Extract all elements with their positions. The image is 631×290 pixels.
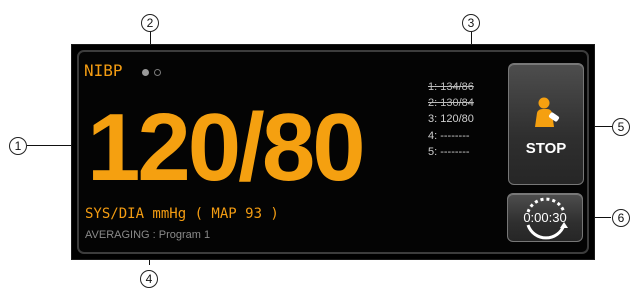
bp-reading: 120/80 [87,94,366,201]
history-item: 1: 134/86 [428,81,474,93]
callout-2: 2 [141,14,159,32]
callout-6: 6 [612,209,630,227]
stop-button[interactable]: STOP [508,63,584,185]
history-item: 3: 120/80 [428,113,474,125]
history-item: 4: -------- [428,130,470,142]
panel-title: NIBP [84,61,123,80]
person-cuff-icon [535,97,560,127]
interval-timer-button[interactable]: 0:00:30 [507,193,583,242]
callout-5: 5 [612,118,630,136]
callout-1-leader [27,145,74,146]
stop-label: STOP [525,140,567,157]
history-item: 5: -------- [428,146,470,158]
callout-3: 3 [462,14,480,32]
timer-label: 0:00:30 [523,210,567,225]
history-item: 2: 130/84 [428,97,474,109]
averaging-mode[interactable]: AVERAGING : Program 1 [85,228,210,242]
page-dot-inactive [154,69,161,76]
callout-1: 1 [9,137,27,155]
units-line: SYS/DIA mmHg ( MAP 93 ) [85,206,279,222]
callout-4: 4 [140,270,158,288]
page-dot-active [142,69,149,76]
